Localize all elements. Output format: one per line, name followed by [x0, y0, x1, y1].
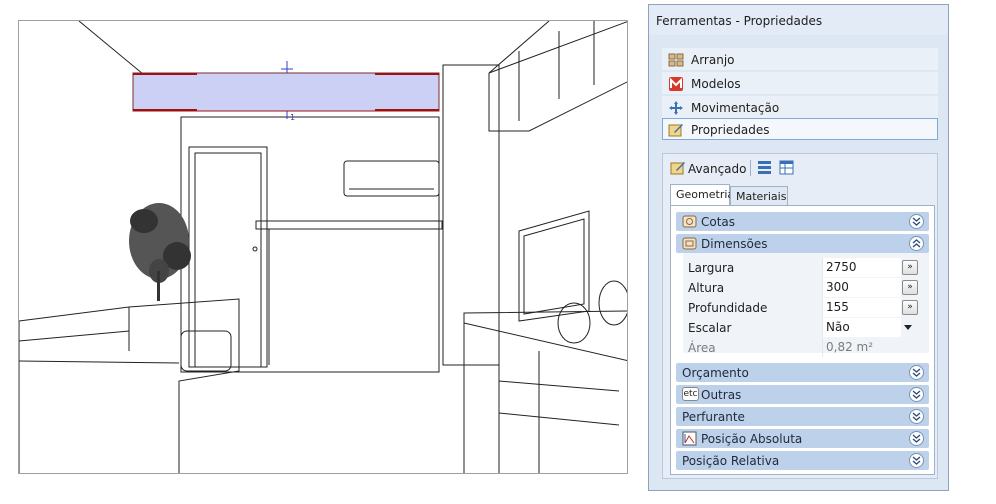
outras-icon: etc — [682, 387, 699, 401]
dimensoes-icon — [682, 237, 697, 250]
section-perfurante[interactable]: Perfurante — [676, 407, 929, 426]
prop-row-largura: Largura 2750 » — [683, 258, 929, 277]
prop-largura-label: Largura — [688, 261, 735, 275]
chevron-down-icon[interactable] — [909, 453, 924, 468]
tab-geometria[interactable]: Geometria — [670, 184, 734, 206]
section-perfurante-label: Perfurante — [682, 410, 745, 424]
door-leaf — [194, 152, 262, 368]
chevron-up-icon[interactable] — [909, 236, 924, 251]
categorized-view-icon[interactable] — [757, 160, 772, 175]
prop-altura-label: Altura — [688, 281, 725, 295]
sideboard — [463, 310, 627, 473]
dropdown-arrow-icon[interactable] — [904, 325, 912, 330]
arrange-icon — [668, 53, 684, 67]
section-posicao-absoluta[interactable]: Posição Absoluta — [676, 429, 929, 448]
prop-profundidade-input[interactable]: 155 — [822, 298, 901, 317]
tab-materiais[interactable]: Materiais — [730, 186, 788, 206]
prop-altura-button[interactable]: » — [902, 280, 918, 295]
section-posicao-absoluta-label: Posição Absoluta — [701, 432, 803, 446]
prop-row-area: Área 0,82 m² — [683, 338, 929, 357]
chevron-down-icon[interactable] — [909, 431, 924, 446]
properties-icon — [668, 124, 683, 137]
air-conditioner — [343, 160, 440, 197]
plant — [129, 203, 191, 301]
section-cotas[interactable]: Cotas — [676, 212, 929, 231]
table-view-icon[interactable] — [779, 160, 794, 175]
selected-object — [132, 61, 440, 119]
column — [442, 64, 500, 366]
section-dimensoes-label: Dimensões — [701, 237, 768, 251]
counter-top — [255, 220, 443, 230]
ceiling-edge-left — [78, 21, 150, 80]
section-posicao-relativa-label: Posição Relativa — [682, 454, 780, 468]
prop-row-altura: Altura 300 » — [683, 278, 929, 297]
room-drawing: 1 — [19, 21, 627, 473]
cotas-icon — [682, 215, 697, 228]
properties-panel: Ferramentas - Propriedades Arranjo Model… — [648, 4, 949, 491]
section-outras-label: Outras — [701, 388, 742, 402]
toolbar-separator — [750, 160, 751, 176]
section-orcamento-label: Orçamento — [682, 366, 749, 380]
prop-row-escalar: Escalar Não — [683, 318, 929, 337]
section-outras[interactable]: etc Outras — [676, 385, 929, 404]
prop-area-label: Área — [688, 341, 716, 355]
tool-movimentacao[interactable]: Movimentação — [662, 96, 938, 118]
prop-row-profundidade: Profundidade 155 » — [683, 298, 929, 317]
vase-right — [598, 280, 627, 326]
section-cotas-label: Cotas — [701, 215, 736, 229]
dimension-label: 1 — [290, 113, 295, 122]
prop-escalar-label: Escalar — [688, 321, 732, 335]
prop-area-value: 0,82 m² — [822, 338, 901, 357]
tool-arranjo[interactable]: Arranjo — [662, 48, 938, 70]
vase-left — [557, 302, 591, 344]
chevron-down-icon[interactable] — [909, 365, 924, 380]
back-wall — [180, 116, 440, 373]
panel-title: Ferramentas - Propriedades — [649, 5, 948, 35]
prop-largura-button[interactable]: » — [902, 260, 918, 275]
prop-escalar-select[interactable]: Não — [822, 318, 901, 337]
advanced-icon — [670, 162, 685, 175]
position-icon — [682, 431, 697, 446]
chevron-down-icon[interactable] — [909, 214, 924, 229]
advanced-label: Avançado — [688, 162, 747, 176]
tool-propriedades-label: Propriedades — [691, 123, 770, 137]
prop-altura-input[interactable]: 300 — [822, 278, 901, 297]
tool-movimentacao-label: Movimentação — [691, 101, 780, 115]
chevron-down-icon[interactable] — [909, 409, 924, 424]
prop-largura-input[interactable]: 2750 — [822, 258, 901, 277]
door-handle — [252, 246, 258, 252]
move-icon — [669, 101, 683, 115]
prop-profundidade-button[interactable]: » — [902, 300, 918, 315]
section-orcamento[interactable]: Orçamento — [676, 363, 929, 382]
section-dimensoes[interactable]: Dimensões — [676, 234, 929, 253]
tool-modelos[interactable]: Modelos — [662, 72, 938, 94]
tool-propriedades[interactable]: Propriedades — [662, 118, 938, 140]
tool-modelos-label: Modelos — [691, 77, 741, 91]
models-icon — [669, 77, 683, 91]
chevron-down-icon[interactable] — [909, 387, 924, 402]
door-frame — [188, 146, 268, 368]
advanced-box: Avançado Geometria Materiais Cotas Dimen… — [662, 153, 938, 479]
section-posicao-relativa[interactable]: Posição Relativa — [676, 451, 929, 470]
geometry-tab-content: Cotas Dimensões Largura 2750 » Altura 30… — [670, 205, 935, 475]
advanced-header: Avançado — [663, 154, 935, 182]
3d-viewport[interactable]: 1 — [18, 20, 628, 474]
prop-profundidade-label: Profundidade — [688, 301, 768, 315]
tool-arranjo-label: Arranjo — [691, 53, 735, 67]
